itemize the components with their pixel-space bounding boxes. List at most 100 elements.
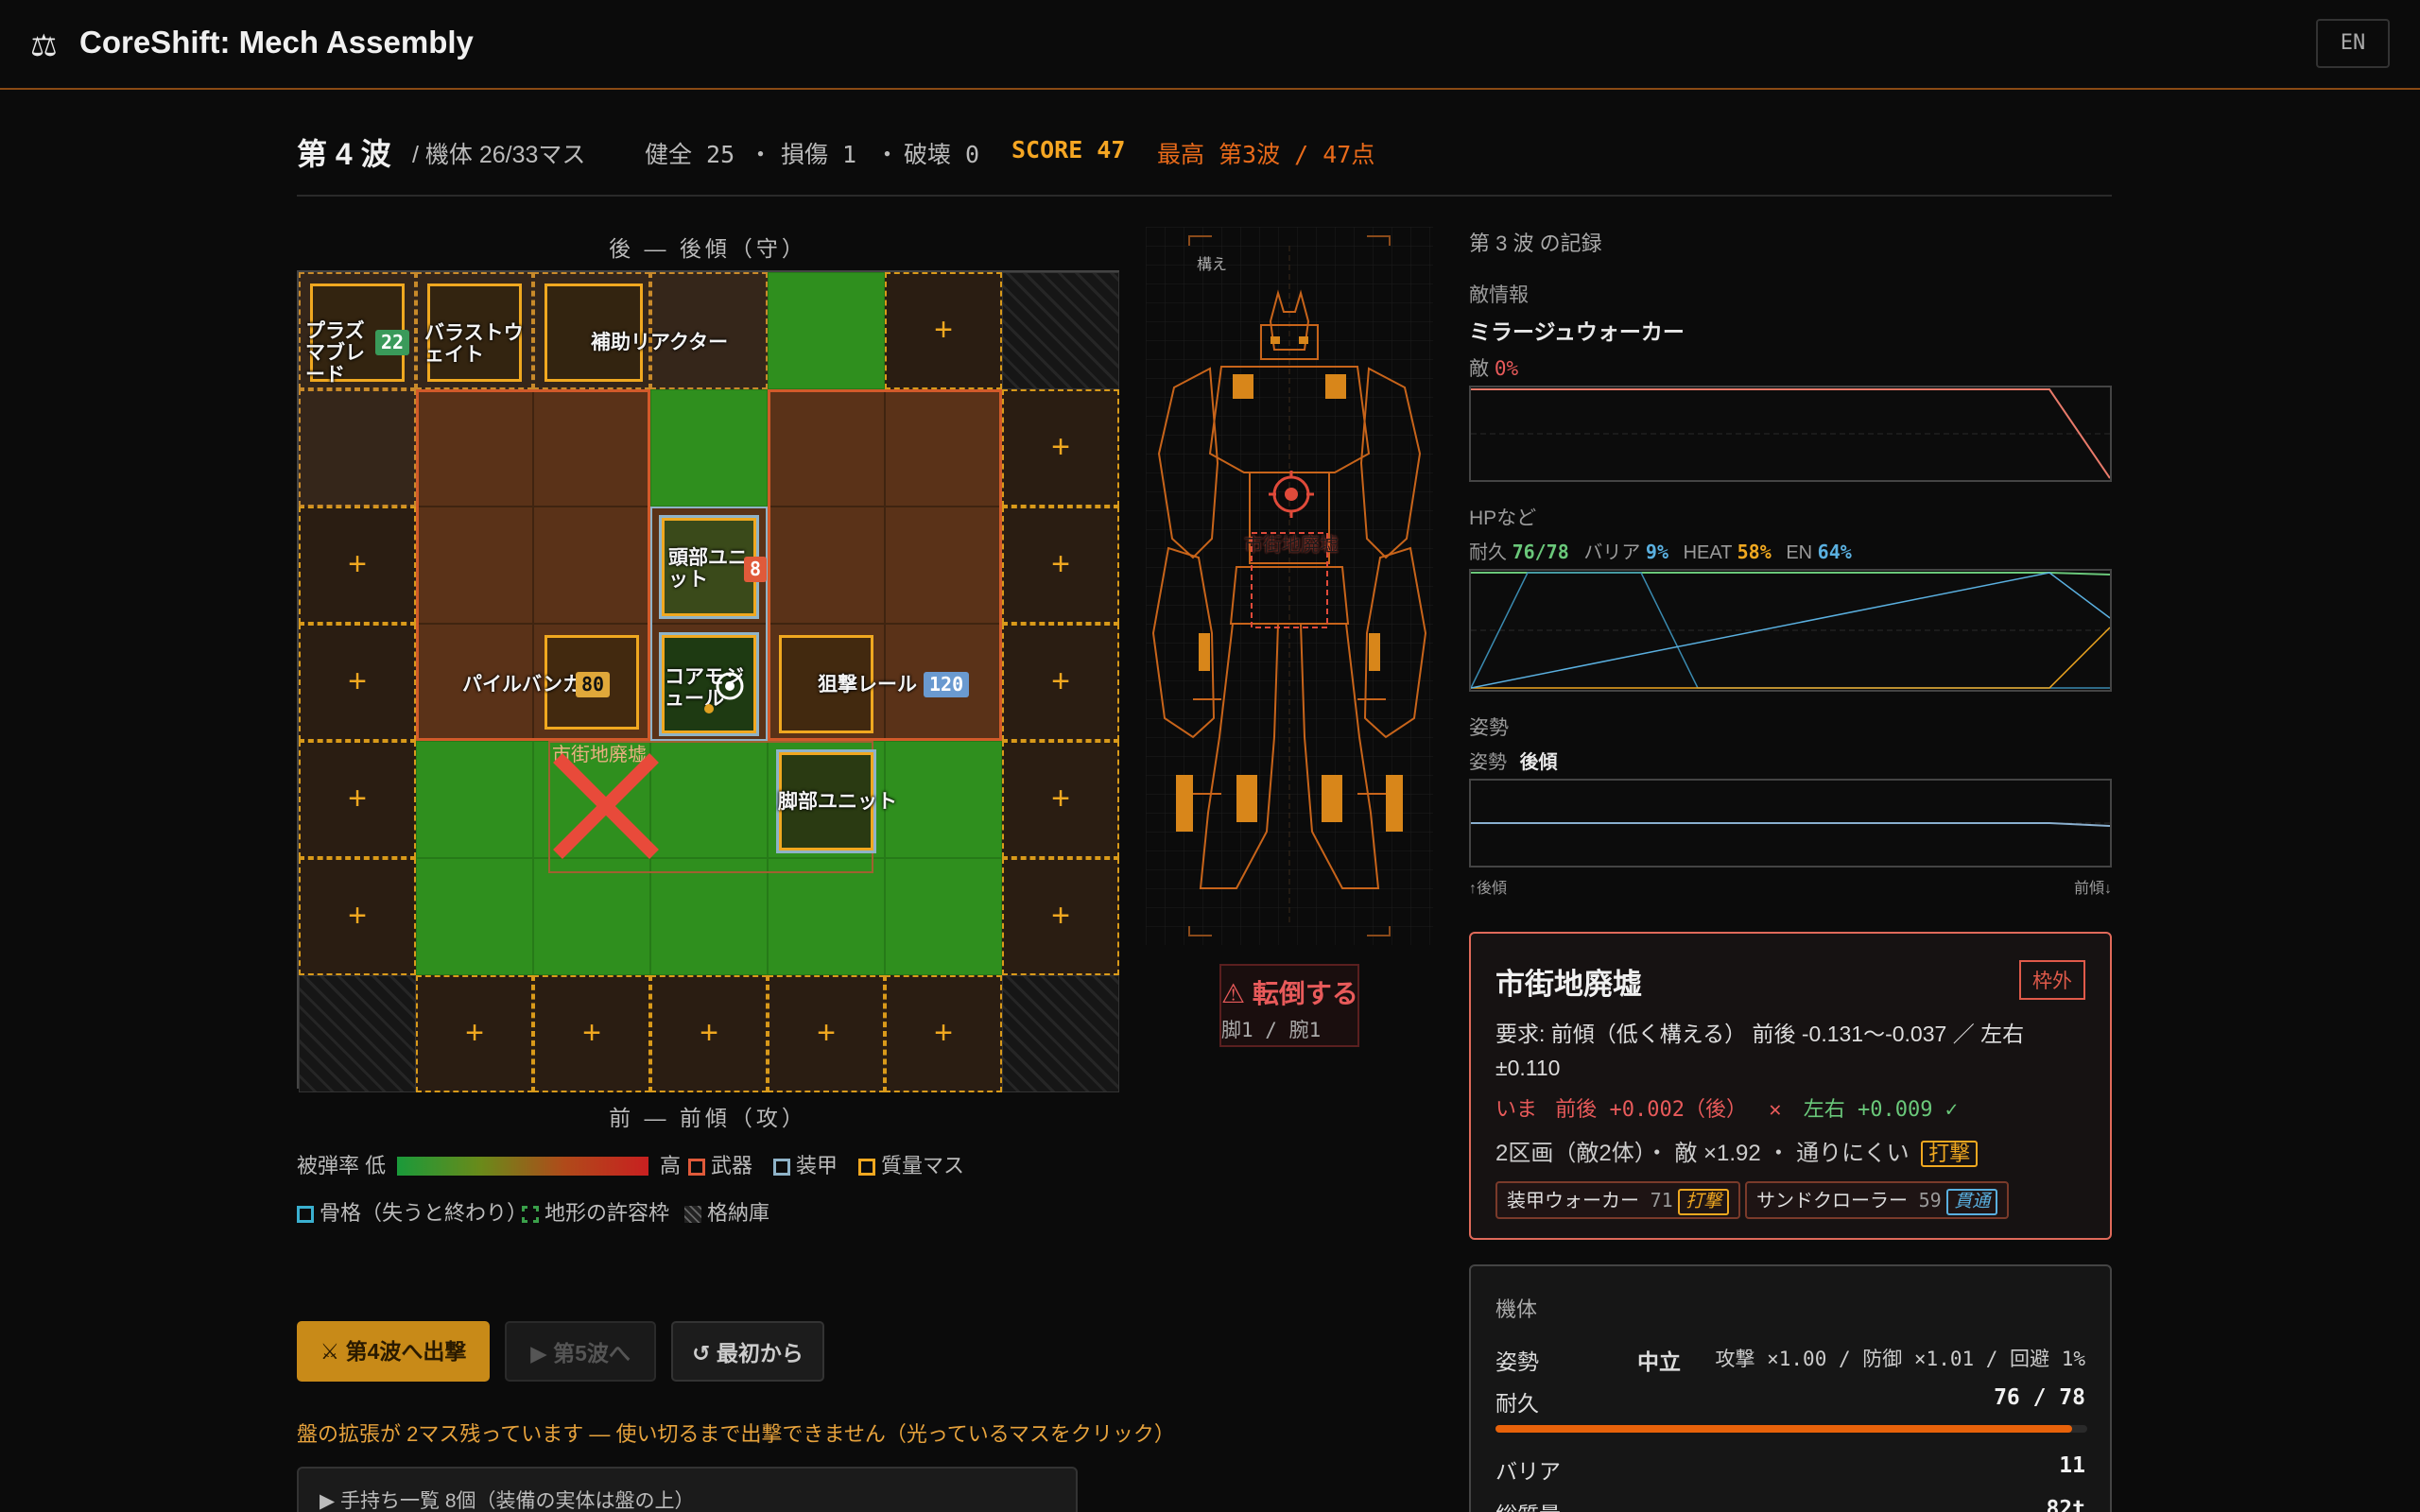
plus-icon: + [700,1015,718,1051]
expand-cell[interactable]: + [299,624,416,741]
expand-cell[interactable]: + [1002,858,1119,975]
record-title: 第 3 波 の記録 [1469,232,1602,255]
plus-icon: + [1051,546,1070,582]
body-stance-row: 姿勢 中立 攻撃 ×1.00 / 防御 ×1.01 / 回避 1% [1495,1344,2085,1376]
part-head-unit[interactable]: 頭部ユニット 8 [662,518,768,616]
hp-lines [1470,572,2111,689]
body-mass-label: 総質量 [1495,1503,1561,1512]
part-pile-bunker[interactable]: パイルバンカー 80 [462,635,639,730]
grid-cell[interactable] [416,389,533,507]
grid-cell[interactable] [416,507,533,624]
terrain-card-title: 市街地廃墟 [1495,968,1642,1001]
plus-icon: + [348,898,367,934]
part-aux-reactor[interactable]: 補助リアクター [544,284,728,382]
grid-cell[interactable] [299,389,416,507]
grid-cell[interactable] [885,741,1002,858]
grid-cell[interactable] [768,272,885,389]
terrain-summary-tag: 打撃 [1921,1141,1979,1167]
plus-icon: + [582,1015,601,1051]
terrain-summary-text: 2区画（敵2体）・ 敵 ×1.92 ・ 通りにくい [1495,1141,1910,1166]
enemy-pct-label: 敵 [1469,358,1489,380]
plus-icon: + [817,1015,836,1051]
plus-icon: + [934,1015,953,1051]
expand-cell[interactable]: + [533,975,650,1092]
grid-cell[interactable] [650,389,768,507]
stance-label: 姿勢 [1469,752,1507,773]
body-dur-value: 76 / 78 [1994,1385,2085,1410]
expand-cell[interactable]: + [768,975,885,1092]
grid-cell[interactable] [885,858,1002,975]
next-wave-button[interactable]: ▶ 第5波へ [505,1321,656,1382]
expand-cell[interactable]: + [1002,741,1119,858]
healthy-count: 健全 25 [645,141,735,168]
grid-cell[interactable] [768,507,885,624]
terrain-summary: 2区画（敵2体）・ 敵 ×1.92 ・ 通りにくい 打撃 [1495,1134,1979,1167]
expand-cell[interactable]: + [1002,624,1119,741]
expand-cell[interactable]: + [299,858,416,975]
body-dur-label: 耐久 [1495,1391,1539,1416]
plus-icon: + [465,1015,484,1051]
storage-cell [299,975,416,1092]
restart-button[interactable]: ↺ 最初から [671,1321,824,1382]
grid-cell[interactable] [533,507,650,624]
grid-cell[interactable] [650,858,768,975]
grid-cell[interactable] [885,389,1002,507]
scales-icon: ⚖ [30,28,58,62]
fail-icon: ✕ [1769,1098,1782,1122]
grid-cell[interactable] [768,858,885,975]
expand-cell[interactable]: + [1002,389,1119,507]
expand-cell[interactable]: + [885,272,1002,389]
axis-right: 前傾↓ [2073,881,2112,897]
mech-terrain-label: 市街地廃墟 [1244,535,1339,556]
grid-cell[interactable] [885,507,1002,624]
part-core-module[interactable]: コアモジュール [662,635,756,733]
expand-cell[interactable]: + [650,975,768,1092]
plus-icon: + [1051,429,1070,465]
armor-swatch [773,1159,790,1176]
dur-value: 76/78 [1512,541,1569,563]
stance-line-chart [1471,822,2111,827]
body-barrier-label: バリア [1495,1459,1561,1484]
grid-cell[interactable] [416,741,533,858]
legend-high: 高 [660,1154,682,1177]
part-plasma-blade[interactable]: プラズマブレード 22 [305,284,410,386]
part-ballast-weight[interactable]: バラストウェイト [424,284,524,382]
stance-sparkline [1469,779,2112,868]
expand-cell[interactable]: + [299,741,416,858]
inventory-toggle[interactable]: ▶ 手持ち一覧 8個（装備の実体は盤の上） [297,1467,1078,1512]
hp-summary: 耐久 76/78 バリア 9% HEAT 58% EN 64% [1469,537,2112,564]
hit-rate-gradient [397,1157,648,1176]
grid-cell[interactable] [768,389,885,507]
sortie-button[interactable]: ⚔ 第4波へ出撃 [297,1321,490,1382]
destroyed-count: 破壊 0 [904,141,980,168]
grid-cell[interactable] [416,858,533,975]
out-of-bounds-badge: 枠外 [2019,960,2085,1000]
grid-cell[interactable] [650,272,768,389]
expand-cell[interactable]: + [885,975,1002,1092]
language-button[interactable]: EN [2316,19,2390,68]
expand-cell[interactable]: + [299,507,416,624]
stance-value: 後傾 [1519,752,1558,773]
frame-swatch [297,1206,314,1223]
enemy-chip-armored-walker[interactable]: 装甲ウォーカー 71 打撃 [1495,1181,1741,1219]
expand-cell[interactable]: + [416,975,533,1092]
barrier-label: バリア [1583,542,1641,563]
part-leg-unit[interactable]: 脚部ユニット [778,752,897,850]
enemy-pct: 0% [1494,357,1519,380]
legend-hit-rate: 被弾率 低 [297,1154,387,1177]
stance-section-label: 姿勢 [1469,717,1509,739]
legend-mass: 質量マス [881,1154,965,1177]
grid-cell[interactable] [533,389,650,507]
part-sniper-rail[interactable]: 狙撃レール 120 [779,635,970,733]
enemy-chip-sand-crawler[interactable]: サンドクローラー 59 貫通 [1745,1181,2010,1219]
terrain-requirement: 要求: 前傾（低く構える） 前後 -0.131〜-0.037 ／ 左右 ±0.1… [1495,1022,2025,1080]
axis-left: ↑後傾 [1469,881,1508,897]
grid-cell[interactable] [533,858,650,975]
now-left-right: 左右 +0.009 ✓ [1803,1098,1958,1122]
assembly-grid: + + + + + + + + + + + + + + + 市街地廃墟 プラズマ… [297,270,1119,1092]
status-line: 第 4 波 / 機体 26/33マス 健全 25 ・ 損傷 1 ・ 破壊 0 S… [297,132,2112,197]
expand-cell[interactable]: + [1002,507,1119,624]
mass-swatch [858,1159,875,1176]
plus-icon: + [348,781,367,816]
best-record: 最高 第3波 / 47点 [1157,141,1375,168]
